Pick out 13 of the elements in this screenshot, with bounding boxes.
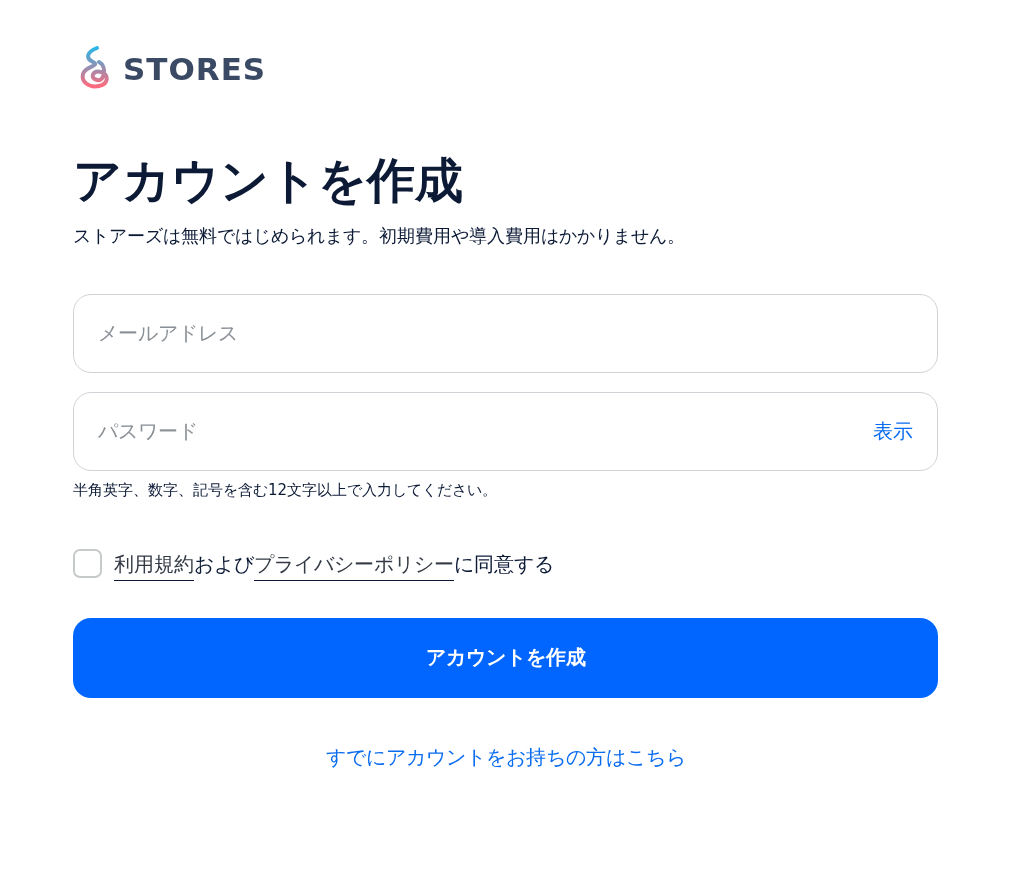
terms-link[interactable]: 利用規約 [114,551,194,581]
email-field[interactable]: メールアドレス [73,293,938,373]
login-link[interactable]: すでにアカウントをお持ちの方はこちら [325,744,686,769]
password-field[interactable]: パスワード 表示 [73,391,938,471]
subtitle: ストアーズは無料ではじめられます。初期費用や導入費用はかかりません。 [73,223,686,248]
show-password-button[interactable]: 表示 [873,417,913,445]
checkbox[interactable] [73,549,102,579]
create-account-button[interactable]: アカウントを作成 [73,617,938,698]
terms-link[interactable]: プライバシーポリシー [254,551,454,581]
agreement-text: 利用規約およびプライバシーポリシーに同意する [114,545,554,582]
password-hint: 半角英字、数字、記号を含む12文字以上で入力してください。 [73,480,499,500]
page-title: アカウントを作成 [73,152,464,210]
logo-text: STORES [123,51,267,87]
